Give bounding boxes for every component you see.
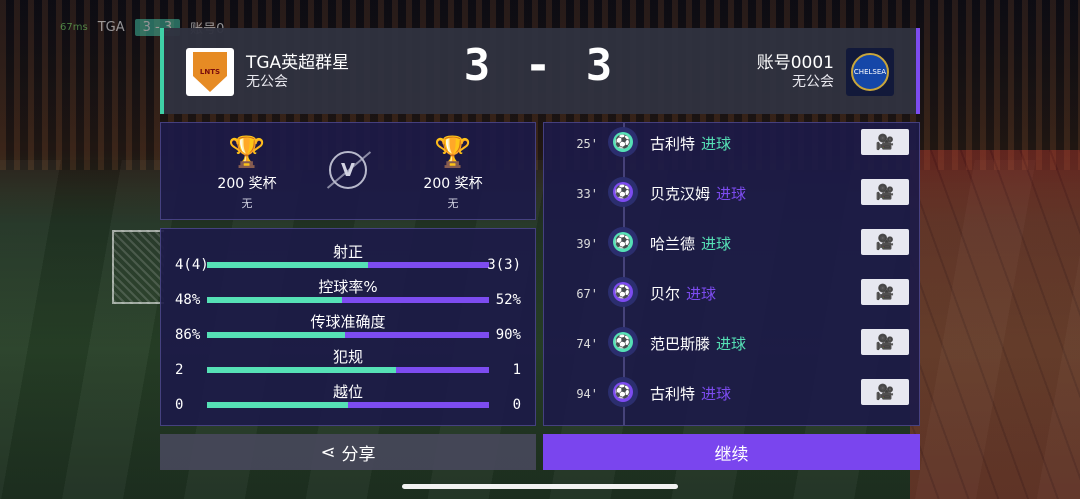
replay-camera-button[interactable]: 🎥 <box>861 379 909 405</box>
event-type: 进球 <box>701 385 732 403</box>
stat-row: 越位 0 0 <box>161 381 535 417</box>
away-team: 账号0001 无公会 CHELSEA <box>757 48 894 96</box>
stat-bar-home-fill <box>207 367 396 373</box>
event-player: 哈兰德 <box>650 235 696 253</box>
share-button[interactable]: ⋖ 分享 <box>160 434 536 470</box>
camera-icon: 🎥 <box>875 333 895 351</box>
stat-label: 传球准确度 <box>310 313 386 331</box>
stat-away-value: 52% <box>495 292 521 308</box>
event-type: 进球 <box>686 285 717 303</box>
stat-bar-home-fill <box>207 297 343 303</box>
stat-bar <box>207 367 489 373</box>
football-icon: ⚽ <box>608 327 638 357</box>
stat-home-value: 86% <box>175 327 201 343</box>
stat-label: 犯规 <box>332 348 363 366</box>
share-button-label: 分享 <box>341 444 376 465</box>
ping-indicator: 67ms <box>60 21 88 33</box>
stat-home-value: 4(4) <box>175 257 209 273</box>
home-indicator[interactable] <box>402 484 678 489</box>
football-icon: ⚽ <box>608 227 638 257</box>
away-trophy-sub: 无 <box>447 197 459 210</box>
replay-camera-button[interactable]: 🎥 <box>861 279 909 305</box>
share-icon: ⋖ <box>320 441 336 463</box>
stat-label: 越位 <box>332 383 363 401</box>
team-short-name: TGA <box>97 19 125 35</box>
stat-home-value: 2 <box>175 362 184 378</box>
goal-event-row: 39' ⚽ 哈兰德 进球 🎥 <box>544 225 919 261</box>
stat-bar-home-fill <box>207 402 348 408</box>
stat-bar <box>207 297 489 303</box>
stat-home-value: 48% <box>175 292 201 308</box>
stat-row: 控球率% 48% 52% <box>161 276 535 312</box>
stat-row: 犯规 2 1 <box>161 346 535 382</box>
stat-row: 传球准确度 86% 90% <box>161 311 535 347</box>
stat-bar-home-fill <box>207 262 368 268</box>
stat-away-value: 90% <box>495 327 521 343</box>
event-minute: 33' <box>576 187 598 201</box>
camera-icon: 🎥 <box>875 283 895 301</box>
away-trophies: 🏆 200 奖杯 无 <box>393 137 513 211</box>
event-type: 进球 <box>701 235 732 253</box>
stat-label: 射正 <box>332 243 363 261</box>
event-type: 进球 <box>716 335 747 353</box>
trophy-icon: 🏆 <box>434 135 472 170</box>
event-player: 贝尔 <box>650 285 681 303</box>
stat-bar <box>207 402 489 408</box>
camera-icon: 🎥 <box>875 233 895 251</box>
event-type: 进球 <box>716 185 747 203</box>
camera-icon: 🎥 <box>875 183 895 201</box>
stat-away-value: 3(3) <box>487 257 521 273</box>
event-player: 范巴斯滕 <box>650 335 711 353</box>
away-team-guild: 无公会 <box>792 74 834 90</box>
stat-label: 控球率% <box>318 278 378 296</box>
stat-bar-home-fill <box>207 332 346 338</box>
goal-event-row: 33' ⚽ 贝克汉姆 进球 🎥 <box>544 175 919 211</box>
home-trophy-count: 200 奖杯 <box>217 176 277 192</box>
vs-badge: V <box>329 151 367 189</box>
away-crest-icon: CHELSEA <box>846 48 894 96</box>
stat-row: 射正 4(4) 3(3) <box>161 241 535 277</box>
goal-net <box>112 230 164 304</box>
event-player: 古利特 <box>650 385 696 403</box>
goal-events-panel[interactable]: 25' ⚽ 古利特 进球 🎥 33' ⚽ 贝克汉姆 进球 🎥 39' ⚽ 哈兰德 进球 🎥 67' ⚽ 贝尔 进球 🎥… <box>543 122 920 426</box>
replay-camera-button[interactable]: 🎥 <box>861 329 909 355</box>
event-player: 古利特 <box>650 135 696 153</box>
replay-camera-button[interactable]: 🎥 <box>861 229 909 255</box>
camera-icon: 🎥 <box>875 133 895 151</box>
home-trophies: 🏆 200 奖杯 无 <box>187 137 307 211</box>
event-player: 贝克汉姆 <box>650 185 711 203</box>
goal-event-row: 94' ⚽ 古利特 进球 🎥 <box>544 375 919 411</box>
goal-event-row: 25' ⚽ 古利特 进球 🎥 <box>544 125 919 161</box>
match-stats-panel: 射正 4(4) 3(3) 控球率% 48% 52% 传球准确度 86% 90% 犯规 2 1 越位 0 0 <box>160 228 536 426</box>
football-icon: ⚽ <box>608 377 638 407</box>
stat-bar <box>207 262 489 268</box>
event-type: 进球 <box>701 135 732 153</box>
trophy-panel: 🏆 200 奖杯 无 V 🏆 200 奖杯 无 <box>160 122 536 220</box>
home-trophy-sub: 无 <box>241 197 253 210</box>
event-minute: 67' <box>576 287 598 301</box>
goal-event-row: 67' ⚽ 贝尔 进球 🎥 <box>544 275 919 311</box>
replay-camera-button[interactable]: 🎥 <box>861 179 909 205</box>
football-icon: ⚽ <box>608 127 638 157</box>
replay-camera-button[interactable]: 🎥 <box>861 129 909 155</box>
continue-button-label: 继续 <box>714 444 749 465</box>
goal-event-row: 74' ⚽ 范巴斯滕 进球 🎥 <box>544 325 919 361</box>
event-minute: 25' <box>576 137 598 151</box>
camera-icon: 🎥 <box>875 383 895 401</box>
match-header: LNTS TGA英超群星 无公会 3 - 3 账号0001 无公会 CHELSE… <box>160 28 920 114</box>
running-track <box>910 150 1080 499</box>
continue-button[interactable]: 继续 <box>543 434 920 470</box>
football-icon: ⚽ <box>608 177 638 207</box>
trophy-icon: 🏆 <box>228 135 266 170</box>
event-minute: 94' <box>576 387 598 401</box>
away-team-name: 账号0001 <box>756 53 834 73</box>
stat-away-value: 1 <box>512 362 521 378</box>
away-trophy-count: 200 奖杯 <box>423 176 483 192</box>
football-icon: ⚽ <box>608 277 638 307</box>
event-minute: 39' <box>576 237 598 251</box>
event-minute: 74' <box>576 337 598 351</box>
stat-away-value: 0 <box>512 397 521 413</box>
stat-bar <box>207 332 489 338</box>
stat-home-value: 0 <box>175 397 184 413</box>
